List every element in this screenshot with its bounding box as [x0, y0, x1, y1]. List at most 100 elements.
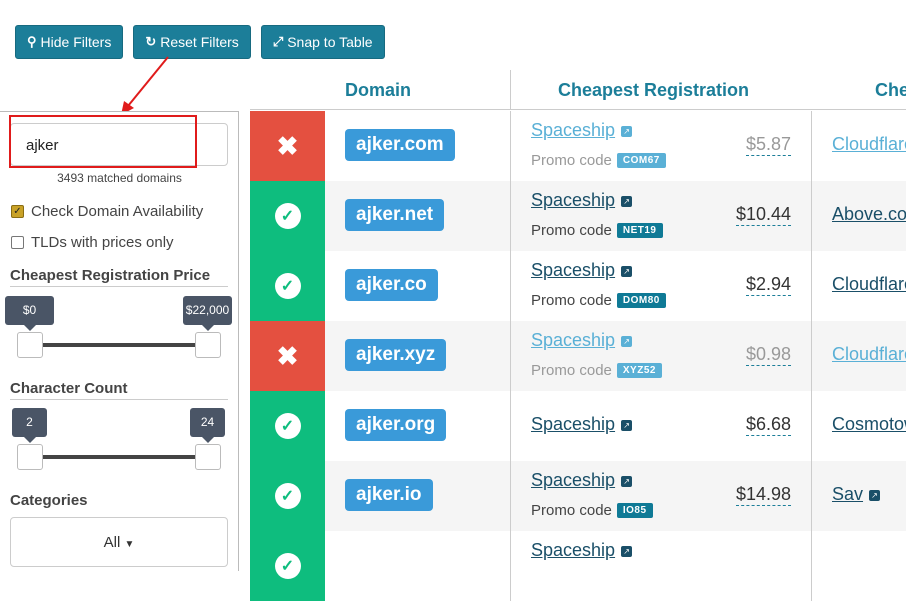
promo-code-badge[interactable]: DOM80 [616, 293, 666, 308]
next-registrar-link[interactable]: Cloudflare [832, 344, 906, 365]
reset-filters-button[interactable]: ↻ Reset Filters [133, 25, 251, 59]
column-divider [811, 251, 812, 321]
tlds-prices-checkbox[interactable]: TLDs with prices only [11, 234, 174, 251]
domain-tag[interactable]: ajker.net [345, 199, 445, 231]
column-divider [811, 111, 812, 181]
snap-to-table-button[interactable]: ⤢ Snap to Table [260, 25, 385, 59]
price-value[interactable]: $5.87 [745, 134, 791, 156]
next-registrar-link[interactable]: Sav ↗ [832, 484, 881, 505]
external-link-icon: ↗ [621, 420, 633, 431]
domain-tag[interactable]: ajker.io [345, 479, 433, 511]
promo-label: Promo code [531, 152, 612, 169]
hide-filters-label: Hide Filters [40, 34, 112, 50]
domain-tag[interactable]: ajker.org [345, 409, 447, 441]
domain-tag[interactable]: ajker.co [345, 269, 438, 301]
toolbar: ⚲ Hide Filters ↻ Reset Filters ⤢ Snap to Ta… [15, 25, 385, 59]
highlight-box [9, 115, 197, 168]
caret-down-icon: ▼ [124, 539, 135, 550]
filter-sidebar: ajker 3493 matched domains ✓ Check Domain… [0, 111, 239, 571]
promo-code-badge[interactable]: NET19 [616, 223, 663, 238]
char-count-section-title: Character Count [10, 380, 228, 400]
promo-label: Promo code [531, 222, 612, 239]
external-link-icon: ↗ [621, 546, 633, 557]
tlds-prices-label: TLDs with prices only [31, 234, 174, 251]
table-row: ✓ ajker.co Spaceship ↗ Promo code DOM80 $2.94 C… [250, 251, 906, 321]
char-slider-track [28, 455, 208, 459]
price-value[interactable]: $10.44 [735, 204, 791, 226]
char-min-tooltip: 2 [12, 408, 47, 443]
price-value[interactable]: $2.94 [745, 274, 791, 296]
column-divider [510, 461, 511, 531]
external-link-icon: ↗ [621, 336, 633, 347]
promo-code-badge[interactable]: XYZ52 [616, 363, 662, 378]
price-value[interactable]: $14.98 [735, 484, 791, 506]
char-min-handle[interactable] [17, 444, 43, 470]
next-registrar-link[interactable]: Cloudflare [832, 134, 906, 155]
registrar-link[interactable]: Spaceship ↗ [531, 414, 633, 435]
next-registrar-link[interactable]: Above.co [832, 204, 906, 225]
char-max-handle[interactable] [195, 444, 221, 470]
column-divider [510, 111, 511, 181]
hide-filters-button[interactable]: ⚲ Hide Filters [15, 25, 124, 59]
price-value[interactable]: $6.68 [745, 414, 791, 436]
column-divider [510, 391, 511, 461]
price-section-title: Cheapest Registration Price [10, 267, 228, 287]
promo-code-badge[interactable]: COM67 [616, 153, 666, 168]
column-domain[interactable]: Domain [345, 80, 411, 101]
table-row: ✓ ajker.org Spaceship↗ $6.68 Cosmotow [250, 391, 906, 461]
price-min-tooltip: $0 [5, 296, 54, 331]
categories-dropdown[interactable]: All ▼ [10, 517, 228, 567]
availability-status: ✓ [250, 531, 325, 601]
external-link-icon: ↗ [869, 490, 881, 501]
promo-code: Promo code IO85 [531, 502, 653, 519]
column-divider [510, 321, 511, 391]
price-slider-track [28, 343, 208, 347]
check-circle-icon: ✓ [274, 203, 301, 229]
table-row: ✓ ajker.net Spaceship ↗ Promo code NET19 $10.4… [250, 181, 906, 251]
domain-tag[interactable]: ajker.com [345, 129, 455, 161]
price-max-handle[interactable] [195, 332, 221, 358]
promo-code-badge[interactable]: IO85 [616, 503, 653, 518]
registrar-link[interactable]: Spaceship ↗ [531, 260, 633, 281]
registrar-link[interactable]: Spaceship ↗ [531, 540, 633, 561]
promo-code: Promo code COM67 [531, 152, 666, 169]
domain-tag[interactable]: ajker.xyz [345, 339, 447, 371]
promo-code: Promo code DOM80 [531, 292, 666, 309]
promo-label: Promo code [531, 502, 612, 519]
column-divider [811, 391, 812, 461]
promo-label: Promo code [531, 362, 612, 379]
refresh-icon: ↻ [145, 34, 157, 49]
table-row: ✓ ajker.io Spaceship ↗ Promo code IO85 $14.98 S… [250, 461, 906, 531]
next-registrar-link[interactable]: Cosmotow [832, 414, 906, 435]
close-icon: ✖ [276, 130, 299, 161]
next-registrar-link[interactable]: Cloudflare [832, 274, 906, 295]
promo-label: Promo code [531, 292, 612, 309]
registrar-link[interactable]: Spaceship ↗ [531, 120, 633, 141]
availability-status: ✓ [250, 391, 325, 461]
price-value[interactable]: $0.98 [745, 344, 791, 366]
table-header: Domain Cheapest Registration Che [250, 70, 906, 110]
expand-icon: ⤢ [272, 34, 284, 49]
registrar-link[interactable]: Spaceship ↗ [531, 190, 633, 211]
check-availability-checkbox[interactable]: ✓ Check Domain Availability [11, 203, 203, 220]
external-link-icon: ↗ [621, 266, 633, 277]
promo-code: Promo code XYZ52 [531, 362, 662, 379]
external-link-icon: ↗ [621, 196, 633, 207]
column-cheapest-registration[interactable]: Cheapest Registration [558, 80, 749, 101]
registrar-link[interactable]: Spaceship ↗ [531, 470, 633, 491]
column-divider [510, 531, 511, 601]
checkbox-unchecked-icon [11, 236, 24, 249]
column-next[interactable]: Che [875, 80, 906, 101]
external-link-icon: ↗ [621, 476, 633, 487]
checkbox-checked-icon: ✓ [11, 205, 24, 218]
column-divider [811, 321, 812, 391]
registrar-link[interactable]: Spaceship ↗ [531, 330, 633, 351]
price-min-handle[interactable] [17, 332, 43, 358]
search-icon: ⚲ [27, 34, 37, 49]
availability-status: ✖ [250, 111, 325, 181]
char-max-tooltip: 24 [190, 408, 225, 443]
promo-code: Promo code NET19 [531, 222, 663, 239]
column-divider [510, 251, 511, 321]
reset-filters-label: Reset Filters [160, 34, 239, 50]
check-circle-icon: ✓ [274, 413, 301, 439]
